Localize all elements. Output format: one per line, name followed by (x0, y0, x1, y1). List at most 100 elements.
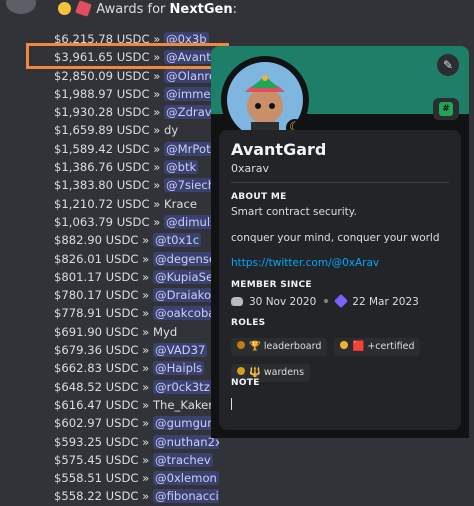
server-since-date: 22 Mar 2023 (352, 296, 419, 308)
role-chip[interactable]: 🟥 +certified (334, 338, 421, 356)
header-prefix: Awards for (96, 2, 166, 17)
discord-icon (231, 297, 243, 306)
award-row: $616.47 USDC » The_Kakers (@ju (54, 396, 219, 414)
server-icon (334, 293, 349, 309)
highlight-box (26, 43, 229, 69)
user-mention[interactable]: @btk (164, 160, 199, 175)
note-input[interactable] (231, 398, 232, 410)
award-row: $679.36 USDC » @VAD37 (54, 341, 219, 359)
user-mention[interactable]: @nuthan2x (152, 434, 219, 449)
user-mention[interactable]: @oakcobalt (152, 306, 219, 321)
dot-separator (324, 299, 329, 303)
award-row: $1,210.72 USDC » Krace (54, 195, 219, 213)
divider (231, 182, 449, 183)
hashtag-badge-icon: # (439, 102, 453, 116)
about-line-1: Smart contract security. (231, 206, 357, 218)
note-title: NOTE (231, 378, 260, 388)
user-mention[interactable]: @7siech (164, 178, 218, 193)
user-name: The_Kakers (@ju (152, 397, 219, 412)
award-amount: $558.51 USDC » (54, 471, 153, 486)
award-row: $648.52 USDC » @r0ck3tz (54, 378, 219, 396)
user-mention[interactable]: @trachev (152, 452, 213, 467)
user-mention[interactable]: @degensec.eth (152, 251, 219, 266)
member-since: 30 Nov 2020 22 Mar 2023 (231, 293, 419, 309)
award-row: $1,383.80 USDC » @7siech (54, 176, 219, 194)
award-amount: $1,383.80 USDC » (54, 178, 165, 193)
display-name: AvantGard (231, 140, 327, 159)
award-row: $1,386.76 USDC » @btk (54, 158, 219, 176)
user-mention[interactable]: @Draiakoo (152, 288, 219, 303)
role-color-icon (237, 367, 245, 375)
award-row: $662.83 USDC » @Haipls (54, 359, 219, 377)
role-color-icon (237, 341, 245, 349)
money-emoji-icon (58, 2, 71, 15)
award-list: $6,215.78 USDC » @0x3b $3,961.65 USDC » @… (54, 30, 219, 506)
award-amount: $1,210.72 USDC » (54, 196, 165, 211)
about-title: ABOUT ME (231, 192, 287, 202)
pencil-icon[interactable]: ✎ (437, 54, 459, 76)
party-emoji-icon (75, 0, 92, 17)
award-amount: $558.22 USDC » (54, 489, 153, 504)
user-mention[interactable]: @0xlemon (152, 471, 219, 486)
roles-list: 🏆 leaderboard 🟥 +certified 🔱 wardens (231, 334, 451, 386)
roles-title: ROLES (231, 318, 266, 328)
award-row: $558.51 USDC » @0xlemon (54, 469, 219, 487)
award-amount: $691.90 USDC » (54, 324, 153, 339)
user-name: Myd (152, 324, 178, 339)
award-row: $691.90 USDC » Myd (54, 323, 219, 341)
award-amount: $882.90 USDC » (54, 233, 153, 248)
award-amount: $602.97 USDC » (54, 416, 153, 431)
about-line-2: conquer your mind, conquer your world (231, 232, 440, 244)
user-mention[interactable]: @gumgumzum (152, 416, 219, 431)
award-amount: $1,386.76 USDC » (54, 160, 165, 175)
about-link[interactable]: https://twitter.com/@0xArav (231, 257, 379, 269)
profile-card: ✎ ☾ # AvantGard 0xarav ABOUT ME Smart co… (211, 46, 469, 438)
role-color-icon (340, 341, 349, 349)
award-row: $2,850.09 USDC » @Olanrewaju (54, 67, 219, 85)
user-mention[interactable]: @r0ck3tz (152, 379, 212, 394)
user-mention[interactable]: @VAD37 (152, 343, 208, 358)
author-avatar[interactable] (6, 0, 36, 14)
message-header: Awards for NextGen: (58, 0, 237, 17)
user-mention[interactable]: @KupiaSec (152, 269, 219, 284)
award-amount: $1,063.79 USDC » (54, 214, 165, 229)
award-amount: $801.17 USDC » (54, 269, 153, 284)
award-amount: $778.91 USDC » (54, 306, 153, 321)
award-row: $1,063.79 USDC » @dimulski (54, 213, 219, 231)
award-amount: $648.52 USDC » (54, 379, 153, 394)
award-row: $1,589.42 USDC » @MrPotatoMa (54, 140, 219, 158)
award-row: $778.91 USDC » @oakcobalt (54, 304, 219, 322)
award-amount: $780.17 USDC » (54, 288, 153, 303)
user-mention[interactable]: @Haipls (152, 361, 205, 376)
user-mention[interactable]: @t0x1c (152, 233, 202, 248)
user-name: dy (164, 123, 179, 138)
user-name: Krace (164, 196, 198, 211)
award-row: $558.22 USDC » @fibonacci (54, 487, 219, 505)
award-row: $780.17 USDC » @Draiakoo (54, 286, 219, 304)
award-amount: $662.83 USDC » (54, 361, 153, 376)
award-amount: $679.36 USDC » (54, 343, 153, 358)
award-amount: $1,659.89 USDC » (54, 123, 165, 138)
award-row: $575.45 USDC » @trachev (54, 451, 219, 469)
award-amount: $826.01 USDC » (54, 251, 153, 266)
project-name: NextGen (169, 2, 233, 17)
role-chip[interactable]: 🏆 leaderboard (231, 338, 328, 356)
profile-details: AvantGard 0xarav ABOUT ME Smart contract… (219, 130, 461, 430)
award-amount: $616.47 USDC » (54, 397, 153, 412)
award-amount: $593.25 USDC » (54, 434, 153, 449)
award-row: $602.97 USDC » @gumgumzum (54, 414, 219, 432)
award-amount: $2,850.09 USDC » (54, 68, 165, 83)
award-row: $826.01 USDC » @degensec.eth (54, 250, 219, 268)
award-amount: $1,988.97 USDC » (54, 86, 165, 101)
badge-box[interactable]: # (433, 98, 459, 120)
member-since-title: MEMBER SINCE (231, 280, 312, 290)
award-amount: $1,589.42 USDC » (54, 141, 165, 156)
award-row: $801.17 USDC » @KupiaSec (54, 268, 219, 286)
award-row: $1,988.97 USDC » @immeas (54, 85, 219, 103)
award-amount: $575.45 USDC » (54, 452, 153, 467)
award-row: $882.90 USDC » @t0x1c (54, 231, 219, 249)
award-amount: $1,930.28 USDC » (54, 105, 165, 120)
user-mention[interactable]: @fibonacci (152, 489, 219, 504)
award-row: $1,930.28 USDC » @ZdravkoHr (54, 103, 219, 121)
username: 0xarav (231, 162, 270, 175)
